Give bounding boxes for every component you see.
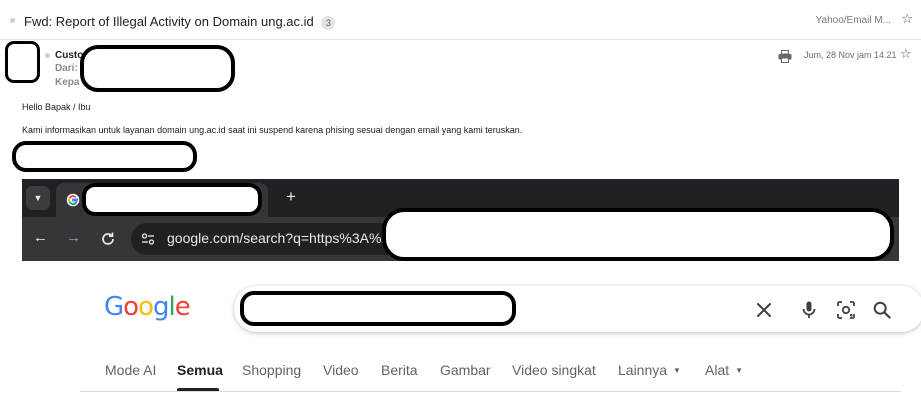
tab-label: Video singkat bbox=[512, 362, 596, 378]
tab-label: Lainnya bbox=[618, 362, 668, 378]
email-body: Kami informasikan untuk layanan domain u… bbox=[22, 125, 523, 135]
sender-status-dot bbox=[45, 53, 50, 58]
redacted-url bbox=[382, 208, 894, 261]
google-logo[interactable]: Google bbox=[104, 292, 191, 322]
to-label: Kepa bbox=[55, 77, 80, 88]
email-subject-row: Fwd: Report of Illegal Activity on Domai… bbox=[0, 0, 921, 40]
star-outline-icon[interactable]: ☆ bbox=[900, 47, 912, 60]
google-favicon-icon bbox=[66, 193, 80, 207]
redacted-search-query bbox=[240, 291, 516, 326]
email-date: Jum, 28 Nov jam 14.21 bbox=[804, 50, 897, 60]
from-label: Dari: bbox=[55, 63, 78, 74]
plus-icon[interactable]: + bbox=[286, 185, 296, 209]
email-subject-text: Fwd: Report of Illegal Activity on Domai… bbox=[24, 14, 314, 29]
star-outline-icon[interactable]: ☆ bbox=[901, 12, 913, 25]
tab-lainnya[interactable]: Lainnya ▼ bbox=[618, 362, 681, 378]
tabs-divider bbox=[80, 391, 901, 392]
tab-label: Shopping bbox=[242, 362, 302, 378]
arrow-left-icon[interactable]: ← bbox=[33, 227, 48, 249]
redacted-tab-title bbox=[82, 183, 262, 216]
google-logo-letter: e bbox=[174, 292, 191, 322]
tune-icon[interactable] bbox=[141, 232, 155, 246]
tab-label: Video bbox=[323, 362, 359, 378]
thread-count-badge: 3 bbox=[321, 15, 336, 30]
tab-video[interactable]: Video bbox=[323, 362, 359, 378]
folder-label[interactable]: Yahoo/Email M... bbox=[816, 15, 891, 26]
redacted-sender-info bbox=[80, 45, 235, 92]
tab-label: Berita bbox=[381, 362, 418, 378]
google-logo-letter: o bbox=[123, 292, 139, 322]
google-logo-letter: g bbox=[153, 292, 169, 322]
google-logo-letter: o bbox=[138, 292, 154, 322]
microphone-icon[interactable] bbox=[799, 300, 819, 320]
arrow-right-icon[interactable]: → bbox=[66, 227, 81, 249]
tab-alat[interactable]: Alat ▼ bbox=[705, 362, 743, 378]
unread-dot bbox=[10, 18, 15, 23]
tab-label: Alat bbox=[705, 362, 730, 378]
avatar bbox=[5, 41, 40, 83]
tab-mode-ai[interactable]: Mode AI bbox=[105, 362, 156, 378]
tab-gambar[interactable]: Gambar bbox=[440, 362, 491, 378]
tab-label: Mode AI bbox=[105, 362, 157, 378]
close-icon[interactable] bbox=[754, 300, 774, 320]
tab-label: Semua bbox=[177, 362, 223, 378]
tab-shopping[interactable]: Shopping bbox=[242, 362, 301, 378]
camera-lens-icon[interactable] bbox=[836, 300, 856, 320]
caret-down-icon: ▼ bbox=[673, 366, 681, 375]
search-icon[interactable] bbox=[872, 300, 892, 320]
caret-down-icon: ▼ bbox=[735, 366, 744, 375]
reload-icon[interactable] bbox=[100, 231, 116, 247]
address-bar-url: google.com/search?q=https%3A%2F bbox=[167, 230, 398, 246]
google-logo-letter: G bbox=[104, 292, 124, 322]
tab-video-singkat[interactable]: Video singkat bbox=[512, 362, 596, 378]
chevron-down-icon[interactable]: ▼ bbox=[26, 186, 50, 210]
printer-icon[interactable] bbox=[778, 50, 792, 63]
email-subject: Fwd: Report of Illegal Activity on Domai… bbox=[24, 14, 336, 30]
sender-name[interactable]: Custo bbox=[55, 50, 83, 61]
tab-semua[interactable]: Semua bbox=[177, 362, 223, 378]
redacted-signature bbox=[12, 141, 197, 172]
email-greeting: Hello Bapak / Ibu bbox=[22, 102, 91, 112]
tab-berita[interactable]: Berita bbox=[381, 362, 418, 378]
search-tabs: Mode AI Semua Shopping Video Berita Gamb… bbox=[0, 352, 921, 392]
tab-label: Gambar bbox=[440, 362, 491, 378]
